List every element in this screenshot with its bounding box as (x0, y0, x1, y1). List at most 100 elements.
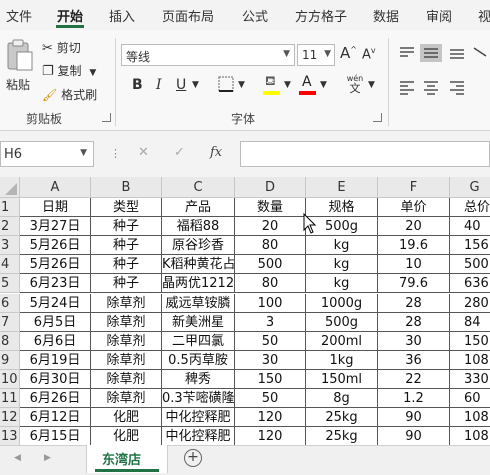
table-cell[interactable]: 中化控释肥 (162, 427, 235, 445)
table-cell[interactable]: 0.5丙草胺 (162, 350, 235, 370)
table-cell[interactable]: 90 (378, 427, 450, 445)
table-cell[interactable]: 6月23日 (20, 274, 91, 294)
tab-formulas[interactable]: 公式 (242, 6, 268, 25)
table-cell[interactable]: 108 (450, 427, 490, 445)
insert-function-button[interactable]: fx (210, 145, 222, 160)
table-cell[interactable]: 25kg (306, 427, 378, 445)
table-cell[interactable]: kg (306, 255, 378, 275)
table-cell[interactable]: 5月26日 (20, 236, 91, 256)
table-cell[interactable]: 种子 (91, 236, 162, 256)
fill-color-button[interactable]: ⛾ (262, 74, 282, 96)
row-header[interactable]: 6 (0, 293, 20, 313)
fill-color-dropdown-icon[interactable]: ▼ (284, 80, 291, 90)
table-cell[interactable]: 种子 (91, 255, 162, 275)
column-header-g[interactable]: G (450, 177, 490, 198)
formula-input[interactable] (240, 141, 490, 167)
column-header-c[interactable]: C (162, 177, 235, 198)
shrink-font-button[interactable]: Av (362, 46, 376, 62)
table-cell[interactable]: 330 (450, 370, 490, 389)
table-header-cell[interactable]: 总价 (450, 198, 490, 218)
table-cell[interactable]: 6月26日 (20, 389, 91, 409)
font-color-dropdown-icon[interactable]: ▼ (320, 80, 327, 90)
row-header[interactable]: 12 (0, 408, 20, 428)
table-cell[interactable]: 化肥 (91, 408, 162, 428)
table-cell[interactable]: 19.6 (378, 236, 450, 256)
chevron-down-icon[interactable]: ▼ (80, 148, 87, 158)
table-cell[interactable]: 1000g (306, 293, 378, 313)
table-cell[interactable]: 20 (235, 217, 306, 237)
table-cell[interactable]: 种子 (91, 274, 162, 294)
table-cell[interactable]: 新美洲星 (162, 312, 235, 332)
italic-button[interactable]: I (156, 77, 162, 93)
table-cell[interactable]: 稗秀 (162, 369, 235, 389)
font-color-button[interactable]: A (298, 74, 318, 96)
table-cell[interactable]: 280 (450, 294, 490, 313)
table-cell[interactable]: 6月5日 (20, 312, 91, 332)
table-cell[interactable]: 30 (378, 331, 450, 351)
table-cell[interactable]: 6月15日 (20, 427, 91, 445)
row-header[interactable]: 2 (0, 217, 20, 237)
table-cell[interactable]: 25kg (306, 408, 378, 428)
paste-button[interactable]: 粘贴 (4, 38, 34, 92)
table-cell[interactable]: 除草剂 (91, 331, 162, 351)
tab-insert[interactable]: 插入 (109, 6, 135, 25)
borders-button[interactable] (218, 76, 234, 96)
column-header-b[interactable]: B (91, 177, 162, 198)
table-header-cell[interactable]: 单价 (378, 198, 450, 218)
add-sheet-button[interactable]: + (184, 449, 202, 467)
sheet-tab-active[interactable]: 东湾店 (86, 445, 168, 473)
table-cell[interactable]: 3 (235, 312, 306, 332)
table-cell[interactable]: 80 (235, 236, 306, 256)
tab-home[interactable]: 开始 (57, 6, 83, 25)
cancel-button[interactable]: ✕ (138, 145, 149, 160)
name-box[interactable]: H6 ▼ (0, 141, 94, 167)
table-cell[interactable]: 90 (378, 408, 450, 428)
table-cell[interactable]: 3月27日 (20, 217, 91, 237)
column-header-d[interactable]: D (235, 177, 306, 198)
font-size-box[interactable]: 11 ▼ (297, 44, 335, 66)
table-cell[interactable]: 20 (378, 217, 450, 237)
table-cell[interactable]: 1.2 (378, 389, 450, 409)
table-cell[interactable]: 除草剂 (91, 369, 162, 389)
row-header[interactable]: 10 (0, 369, 20, 389)
table-cell[interactable]: 79.6 (378, 274, 450, 294)
table-cell[interactable]: 6月6日 (20, 331, 91, 351)
table-cell[interactable]: 5月26日 (20, 255, 91, 275)
table-cell[interactable]: 8g (306, 389, 378, 409)
row-header[interactable]: 5 (0, 274, 20, 294)
column-header-a[interactable]: A (20, 177, 91, 198)
chevron-down-icon[interactable]: ▼ (324, 49, 331, 59)
clipboard-launcher-icon[interactable] (102, 113, 111, 122)
tab-view[interactable]: 视 (478, 6, 490, 25)
table-cell[interactable]: 种子 (91, 217, 162, 237)
bold-button[interactable]: B (132, 77, 143, 93)
table-cell[interactable]: kg (306, 274, 378, 294)
cut-button[interactable]: ✂ 剪切 (42, 39, 81, 56)
table-cell[interactable]: 500 (450, 255, 490, 275)
table-cell[interactable]: 150ml (306, 369, 378, 389)
table-cell[interactable]: 84 (450, 313, 490, 332)
table-cell[interactable]: 6月30日 (20, 369, 91, 389)
column-header-e[interactable]: E (306, 177, 378, 198)
table-header-cell[interactable]: 类型 (91, 198, 162, 218)
table-cell[interactable]: 120 (235, 408, 306, 428)
table-cell[interactable]: 60 (450, 389, 490, 409)
tab-review[interactable]: 审阅 (426, 6, 452, 25)
table-header-cell[interactable]: 产品 (162, 198, 235, 218)
table-cell[interactable]: 中化控释肥 (162, 408, 235, 428)
tab-data[interactable]: 数据 (373, 6, 399, 25)
chevron-down-icon[interactable]: ▼ (283, 49, 290, 59)
table-cell[interactable]: 0.3苄嘧磺隆 (162, 389, 235, 409)
table-cell[interactable]: 1kg (306, 350, 378, 370)
table-cell[interactable]: 50 (235, 389, 306, 409)
table-cell[interactable]: kg (306, 236, 378, 256)
tab-fangfang[interactable]: 方方格子 (295, 6, 347, 25)
table-cell[interactable]: 500 (235, 255, 306, 275)
table-cell[interactable]: 除草剂 (91, 389, 162, 409)
table-cell[interactable]: 22 (378, 369, 450, 389)
row-header[interactable]: 1 (0, 198, 20, 218)
table-cell[interactable]: 除草剂 (91, 350, 162, 370)
table-cell[interactable]: 80 (235, 274, 306, 294)
table-cell[interactable]: 6月19日 (20, 350, 91, 370)
table-cell[interactable]: 28 (378, 293, 450, 313)
